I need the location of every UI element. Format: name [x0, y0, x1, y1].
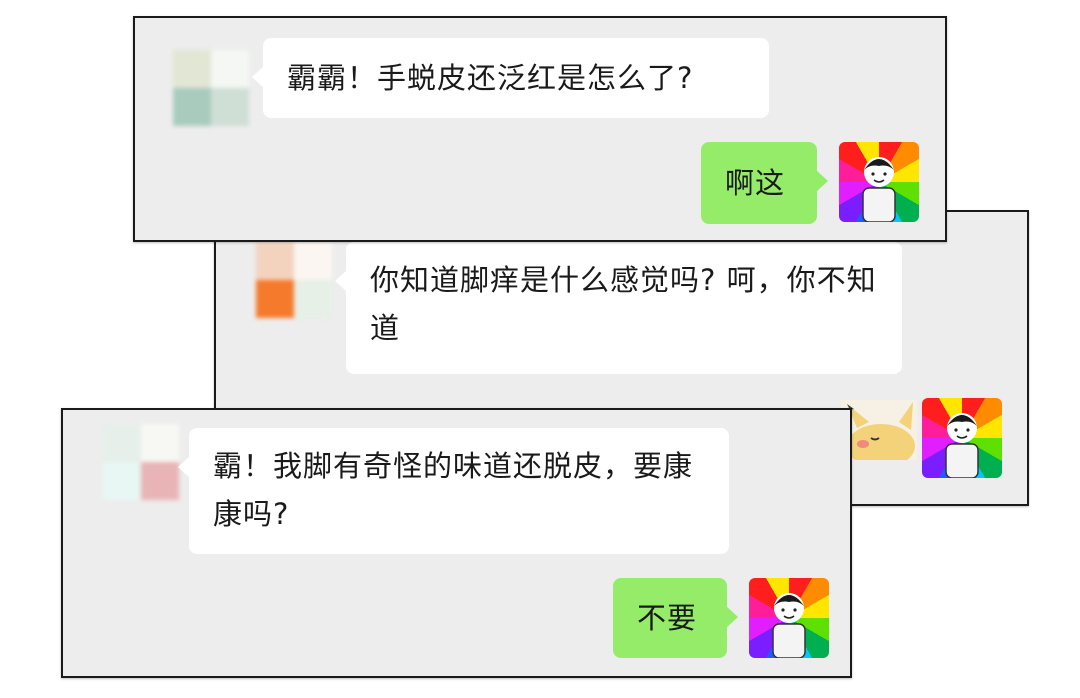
self-avatar-icon[interactable]: [839, 142, 919, 222]
message-text: 霸霸！手蜕皮还泛红是怎么了?: [287, 61, 694, 95]
outgoing-message[interactable]: 不要: [613, 578, 738, 658]
sender-avatar-icon[interactable]: [256, 242, 332, 318]
self-avatar-icon[interactable]: [922, 398, 1002, 478]
message-text: 不要: [637, 601, 698, 635]
cat-avatar-icon[interactable]: [841, 400, 917, 460]
chat-screenshot-3: 霸！我脚有奇怪的味道还脱皮，要康康吗? 不要: [61, 408, 852, 678]
incoming-message[interactable]: 霸！我脚有奇怪的味道还脱皮，要康康吗?: [178, 428, 729, 554]
message-text: 啊这: [725, 166, 786, 200]
sender-avatar-icon[interactable]: [103, 424, 179, 500]
incoming-message[interactable]: 霸霸！手蜕皮还泛红是怎么了?: [252, 38, 769, 118]
chat-screenshot-1: 霸霸！手蜕皮还泛红是怎么了? 啊这: [133, 16, 947, 242]
message-text: 你知道脚痒是什么感觉吗? 呵，你不知道: [370, 263, 877, 345]
self-avatar-icon[interactable]: [749, 578, 829, 658]
sender-avatar-icon[interactable]: [173, 50, 249, 126]
incoming-message[interactable]: 你知道脚痒是什么感觉吗? 呵，你不知道: [335, 242, 902, 374]
message-text: 霸！我脚有奇怪的味道还脱皮，要康康吗?: [213, 449, 694, 531]
outgoing-message[interactable]: 啊这: [701, 142, 828, 224]
